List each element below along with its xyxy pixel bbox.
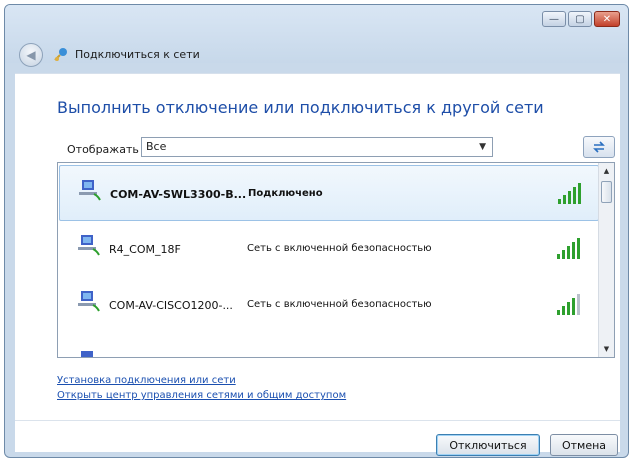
signal-bar: [577, 238, 580, 259]
signal-bar: [557, 310, 560, 315]
list-scrollbar[interactable]: ▲ ▼: [598, 163, 614, 357]
signal-strength-icon: [558, 183, 581, 204]
maximize-button[interactable]: ▢: [568, 11, 592, 27]
close-button[interactable]: ✕: [594, 11, 620, 27]
filter-label: Отображать: [67, 143, 139, 156]
signal-bar: [568, 191, 571, 204]
signal-bar: [572, 242, 575, 259]
signal-bar: [562, 250, 565, 259]
filter-value: Все: [146, 140, 167, 153]
page-heading: Выполнить отключение или подключиться к …: [57, 98, 544, 117]
signal-bar: [567, 246, 570, 259]
wireless-network-icon: [81, 351, 93, 357]
wireless-network-icon: [79, 180, 101, 201]
footer-divider: [15, 420, 620, 421]
wizard-content: Выполнить отключение или подключиться к …: [15, 73, 620, 456]
filter-dropdown[interactable]: Все ▼: [141, 137, 493, 157]
connect-to-network-window: — ▢ ✕ ◀ Подключиться к сети Выполнить от…: [4, 4, 629, 458]
signal-bar: [572, 298, 575, 315]
network-globe-icon: [54, 48, 67, 61]
network-status: Подключено: [248, 188, 323, 199]
disconnect-button[interactable]: Отключиться: [436, 434, 540, 456]
caption-buttons: — ▢ ✕: [540, 11, 620, 27]
refresh-button[interactable]: [583, 136, 615, 158]
scroll-thumb[interactable]: [601, 181, 612, 203]
signal-bar: [558, 199, 561, 204]
signal-bar: [557, 254, 560, 259]
back-arrow-icon: ◀: [26, 48, 36, 62]
partial-network-row[interactable]: [59, 337, 599, 357]
network-list: COM-AV-SWL3300-B... Подключено R4_COM_18F С…: [57, 162, 615, 358]
signal-bar: [567, 302, 570, 315]
network-name: COM-AV-CISCO1200-...: [109, 299, 233, 312]
signal-bar: [578, 183, 581, 204]
network-row[interactable]: R4_COM_18F Сеть с включенной безопасность…: [59, 221, 599, 277]
cancel-button[interactable]: Отмена: [550, 434, 618, 456]
network-status: Сеть с включенной безопасностью: [247, 299, 432, 310]
minimize-button[interactable]: —: [542, 11, 566, 27]
dropdown-arrow-icon: ▼: [479, 142, 486, 152]
signal-strength-icon: [557, 294, 580, 315]
setup-connection-link[interactable]: Установка подключения или сети: [57, 375, 236, 386]
maximize-icon: ▢: [575, 13, 585, 25]
scroll-down-icon[interactable]: ▼: [599, 341, 614, 357]
title-bar: — ▢ ✕ ◀ Подключиться к сети: [5, 5, 628, 67]
signal-bar: [577, 294, 580, 315]
network-row[interactable]: COM-AV-SWL3300-B... Подключено: [59, 165, 599, 221]
wireless-network-icon: [78, 235, 100, 256]
signal-bar: [563, 195, 566, 204]
wireless-network-icon: [78, 291, 100, 312]
network-name: COM-AV-SWL3300-B...: [110, 188, 247, 201]
network-row[interactable]: COM-AV-CISCO1200-... Сеть с включенной бе…: [59, 277, 599, 333]
network-status: Сеть с включенной безопасностью: [247, 243, 432, 254]
back-button[interactable]: ◀: [19, 43, 43, 67]
network-center-link[interactable]: Открыть центр управления сетями и общим …: [57, 390, 346, 401]
signal-bar: [562, 306, 565, 315]
refresh-icon: [593, 141, 605, 153]
wizard-title: Подключиться к сети: [53, 46, 200, 62]
signal-strength-icon: [557, 238, 580, 259]
window-title: Подключиться к сети: [75, 47, 200, 61]
minimize-icon: —: [549, 13, 559, 25]
network-name: R4_COM_18F: [109, 243, 181, 256]
close-icon: ✕: [602, 13, 612, 25]
signal-bar: [573, 187, 576, 204]
scroll-up-icon[interactable]: ▲: [599, 163, 614, 179]
